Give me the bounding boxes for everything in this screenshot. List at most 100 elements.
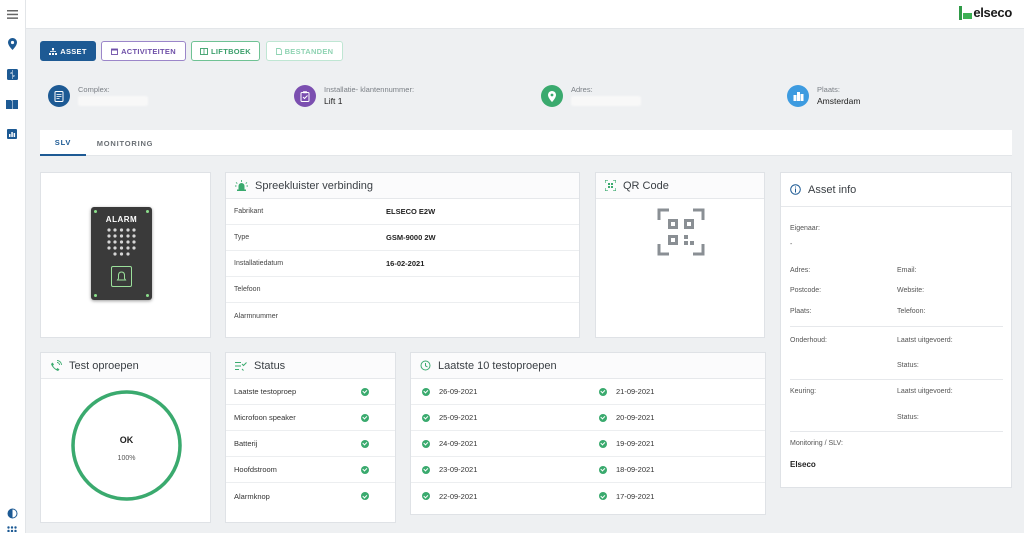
qr-small-icon bbox=[605, 180, 616, 191]
asset-info-card: Asset info Eigenaar: - Adres: Email: Pos… bbox=[780, 172, 1012, 488]
spreekluister-card: Spreekluister verbinding Fabrikant ELSECO… bbox=[225, 172, 580, 338]
check-icon bbox=[422, 465, 430, 474]
status-row: Laatste testoproep bbox=[226, 379, 395, 405]
test-row: 23-09-2021 18-09-2021 bbox=[411, 457, 765, 483]
plaats-value: Amsterdam bbox=[817, 96, 861, 106]
row-key: Telefoon bbox=[234, 286, 261, 293]
check-icon bbox=[361, 413, 369, 422]
document-icon bbox=[48, 85, 70, 107]
status-row-label: Batterij bbox=[234, 439, 258, 448]
complex-label: Complex: bbox=[78, 85, 110, 94]
test-date: 24-09-2021 bbox=[439, 439, 478, 448]
eigenaar-value: - bbox=[790, 241, 793, 248]
status-row-label: Microfoon speaker bbox=[234, 413, 296, 422]
alarm-device-image: ALARM bbox=[91, 207, 152, 300]
spreekluister-row: Installatiedatum 16-02-2021 bbox=[226, 251, 579, 277]
asset-info-title: Asset info bbox=[808, 183, 857, 196]
tab-slv[interactable]: SLV bbox=[40, 130, 86, 156]
city-icon bbox=[787, 85, 809, 107]
activiteiten-button[interactable]: ACTIVITEITEN bbox=[101, 41, 186, 61]
location-icon[interactable] bbox=[5, 37, 19, 51]
monitoring-value: Elseco bbox=[790, 460, 816, 469]
book-open-icon bbox=[200, 47, 208, 55]
check-icon bbox=[422, 492, 430, 500]
test-date: 23-09-2021 bbox=[439, 465, 478, 474]
row-value: GSM-9000 2W bbox=[386, 233, 436, 242]
chart-icon[interactable] bbox=[5, 127, 19, 141]
keuring-label: Keuring: bbox=[790, 388, 817, 395]
spreekluister-row: Type GSM-9000 2W bbox=[226, 225, 579, 251]
spreekluister-title: Spreekluister verbinding bbox=[255, 179, 374, 192]
row-key: Installatiedatum bbox=[234, 260, 284, 267]
status-row: Hoofdstroom bbox=[226, 457, 395, 483]
book-icon[interactable] bbox=[5, 97, 19, 111]
test-row: 22-09-2021 17-09-2021 bbox=[411, 483, 765, 509]
menu-icon[interactable] bbox=[5, 7, 19, 21]
row-value: ELSECO E2W bbox=[386, 207, 436, 216]
asset-button[interactable]: ASSET bbox=[40, 41, 96, 61]
alarm-label: ALARM bbox=[105, 215, 138, 224]
qr-card: QR Code bbox=[595, 172, 765, 338]
bell-button-icon bbox=[111, 266, 132, 287]
sidebar bbox=[0, 0, 26, 533]
elevator-icon[interactable] bbox=[5, 67, 19, 81]
plaats-label: Plaats: bbox=[790, 308, 812, 315]
test-status: OK bbox=[119, 435, 134, 445]
info-icon bbox=[790, 184, 801, 195]
test-date: 25-09-2021 bbox=[439, 413, 478, 422]
keuring-laatst-label: Laatst uitgevoerd: bbox=[897, 388, 953, 395]
test-date: 17-09-2021 bbox=[616, 491, 655, 501]
qr-title: QR Code bbox=[623, 179, 669, 192]
phone-signal-icon bbox=[51, 360, 62, 371]
location-pin-icon bbox=[541, 85, 563, 107]
asset-button-label: ASSET bbox=[60, 46, 87, 56]
logo-text: elseco bbox=[973, 5, 1012, 20]
test-date: 20-09-2021 bbox=[616, 413, 655, 422]
check-icon bbox=[422, 439, 430, 448]
test-oproepen-card: Test oproepen OK 100% bbox=[40, 352, 211, 523]
speaker-grille-icon bbox=[107, 228, 136, 256]
check-icon bbox=[361, 492, 369, 500]
check-icon bbox=[599, 413, 607, 422]
logo-mark-icon bbox=[959, 6, 973, 20]
apps-icon[interactable] bbox=[5, 522, 19, 533]
spreekluister-header: Spreekluister verbinding bbox=[226, 173, 579, 199]
adres-value bbox=[571, 96, 641, 106]
qr-code-icon[interactable] bbox=[657, 208, 705, 256]
tab-monitoring[interactable]: MONITORING bbox=[92, 130, 158, 156]
check-icon bbox=[361, 387, 369, 396]
elseco-logo: elseco bbox=[959, 5, 1012, 20]
complex-value bbox=[78, 96, 148, 106]
installatie-value: Lift 1 bbox=[324, 96, 343, 106]
installatie-label: Installatie- klantennummer: bbox=[324, 85, 415, 94]
onderhoud-status-label: Status: bbox=[897, 362, 919, 369]
keuring-status-label: Status: bbox=[897, 414, 919, 421]
calendar-icon bbox=[111, 48, 119, 55]
progress-arc bbox=[71, 390, 182, 501]
test-percent: 100% bbox=[117, 455, 136, 462]
bestanden-button[interactable]: BESTANDEN bbox=[266, 41, 343, 61]
siren-icon bbox=[235, 180, 248, 191]
status-row: Microfoon speaker bbox=[226, 405, 395, 431]
top-bar: elseco bbox=[26, 0, 1024, 29]
test-date: 18-09-2021 bbox=[616, 465, 655, 474]
device-card: ALARM bbox=[40, 172, 211, 338]
test-oproepen-title: Test oproepen bbox=[69, 359, 139, 372]
check-icon bbox=[422, 413, 430, 422]
plaats-label: Plaats: bbox=[817, 85, 840, 94]
test-row: 25-09-2021 20-09-2021 bbox=[411, 405, 765, 431]
adres-label: Adres: bbox=[790, 267, 811, 274]
laatste-header: Laatste 10 testoproepen bbox=[411, 353, 765, 379]
bestanden-button-label: BESTANDEN bbox=[284, 46, 334, 56]
monitoring-label: Monitoring / SLV: bbox=[790, 440, 843, 447]
asset-info-header: Asset info bbox=[781, 173, 1011, 207]
status-row-label: Laatste testoproep bbox=[234, 387, 297, 396]
status-row: Alarmknop bbox=[226, 483, 395, 509]
status-header: Status bbox=[226, 353, 395, 379]
check-icon bbox=[599, 492, 607, 500]
liftboek-button[interactable]: LIFTBOEK bbox=[191, 41, 260, 61]
status-row-label: Alarmknop bbox=[234, 491, 270, 501]
adres-label: Adres: bbox=[571, 85, 593, 94]
settings-icon[interactable] bbox=[5, 506, 19, 520]
laatste-title: Laatste 10 testoproepen bbox=[438, 359, 557, 372]
